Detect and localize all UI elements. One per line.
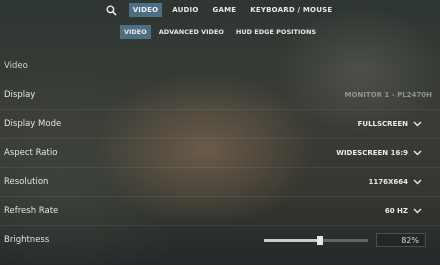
setting-row-display: Display MONITOR 1 - PL2470H xyxy=(0,80,440,109)
aspect-ratio-label: Aspect Ratio xyxy=(4,148,58,158)
display-mode-label: Display Mode xyxy=(4,119,62,129)
resolution-label: Resolution xyxy=(4,177,49,187)
subtab-video[interactable]: VIDEO xyxy=(119,25,151,39)
display-label: Display xyxy=(4,89,36,100)
tab-game[interactable]: GAME xyxy=(209,3,241,17)
setting-row-aspect-ratio[interactable]: Aspect Ratio WIDESCREEN 16:9 xyxy=(0,138,440,167)
brightness-value-input[interactable]: 82% xyxy=(376,233,426,247)
search-button[interactable] xyxy=(104,2,120,18)
subtab-advanced-video[interactable]: ADVANCED VIDEO xyxy=(155,25,228,39)
refresh-rate-dropdown[interactable]: 60 HZ xyxy=(385,207,436,216)
tab-keyboard-mouse[interactable]: KEYBOARD / MOUSE xyxy=(246,3,336,17)
setting-row-resolution[interactable]: Resolution 1176X664 xyxy=(0,167,440,196)
search-icon xyxy=(106,4,117,16)
top-navigation: VIDEO AUDIO GAME KEYBOARD / MOUSE xyxy=(0,0,440,20)
setting-row-brightness: Brightness 82% xyxy=(0,225,440,254)
brightness-label: Brightness xyxy=(4,235,50,245)
brightness-slider[interactable] xyxy=(264,235,368,245)
tab-audio[interactable]: AUDIO xyxy=(168,3,202,17)
refresh-rate-label: Refresh Rate xyxy=(4,206,59,216)
display-mode-dropdown[interactable]: FULLSCREEN xyxy=(358,120,436,129)
display-value: MONITOR 1 - PL2470H xyxy=(344,90,432,99)
section-title: Video xyxy=(4,61,28,71)
tab-video[interactable]: VIDEO xyxy=(128,3,163,17)
chevron-down-icon xyxy=(413,207,422,216)
sub-navigation: VIDEO ADVANCED VIDEO HUD EDGE POSITIONS xyxy=(0,24,440,40)
resolution-value: 1176X664 xyxy=(368,178,409,186)
brightness-value: 82% xyxy=(401,235,419,245)
setting-row-refresh-rate[interactable]: Refresh Rate 60 HZ xyxy=(0,196,440,225)
brightness-slider-handle[interactable] xyxy=(317,235,324,245)
chevron-down-icon xyxy=(413,120,422,129)
display-mode-value: FULLSCREEN xyxy=(357,120,408,128)
resolution-dropdown[interactable]: 1176X664 xyxy=(369,178,437,187)
chevron-down-icon xyxy=(413,178,422,187)
brightness-slider-fill xyxy=(264,238,321,242)
aspect-ratio-dropdown[interactable]: WIDESCREEN 16:9 xyxy=(336,149,436,158)
chevron-down-icon xyxy=(413,149,422,158)
settings-list: Display MONITOR 1 - PL2470H Display Mode… xyxy=(0,80,440,254)
aspect-ratio-value: WIDESCREEN 16:9 xyxy=(336,149,408,157)
setting-row-display-mode[interactable]: Display Mode FULLSCREEN xyxy=(0,109,440,138)
subtab-hud-edge-positions[interactable]: HUD EDGE POSITIONS xyxy=(232,25,320,39)
refresh-rate-value: 60 HZ xyxy=(384,207,408,215)
